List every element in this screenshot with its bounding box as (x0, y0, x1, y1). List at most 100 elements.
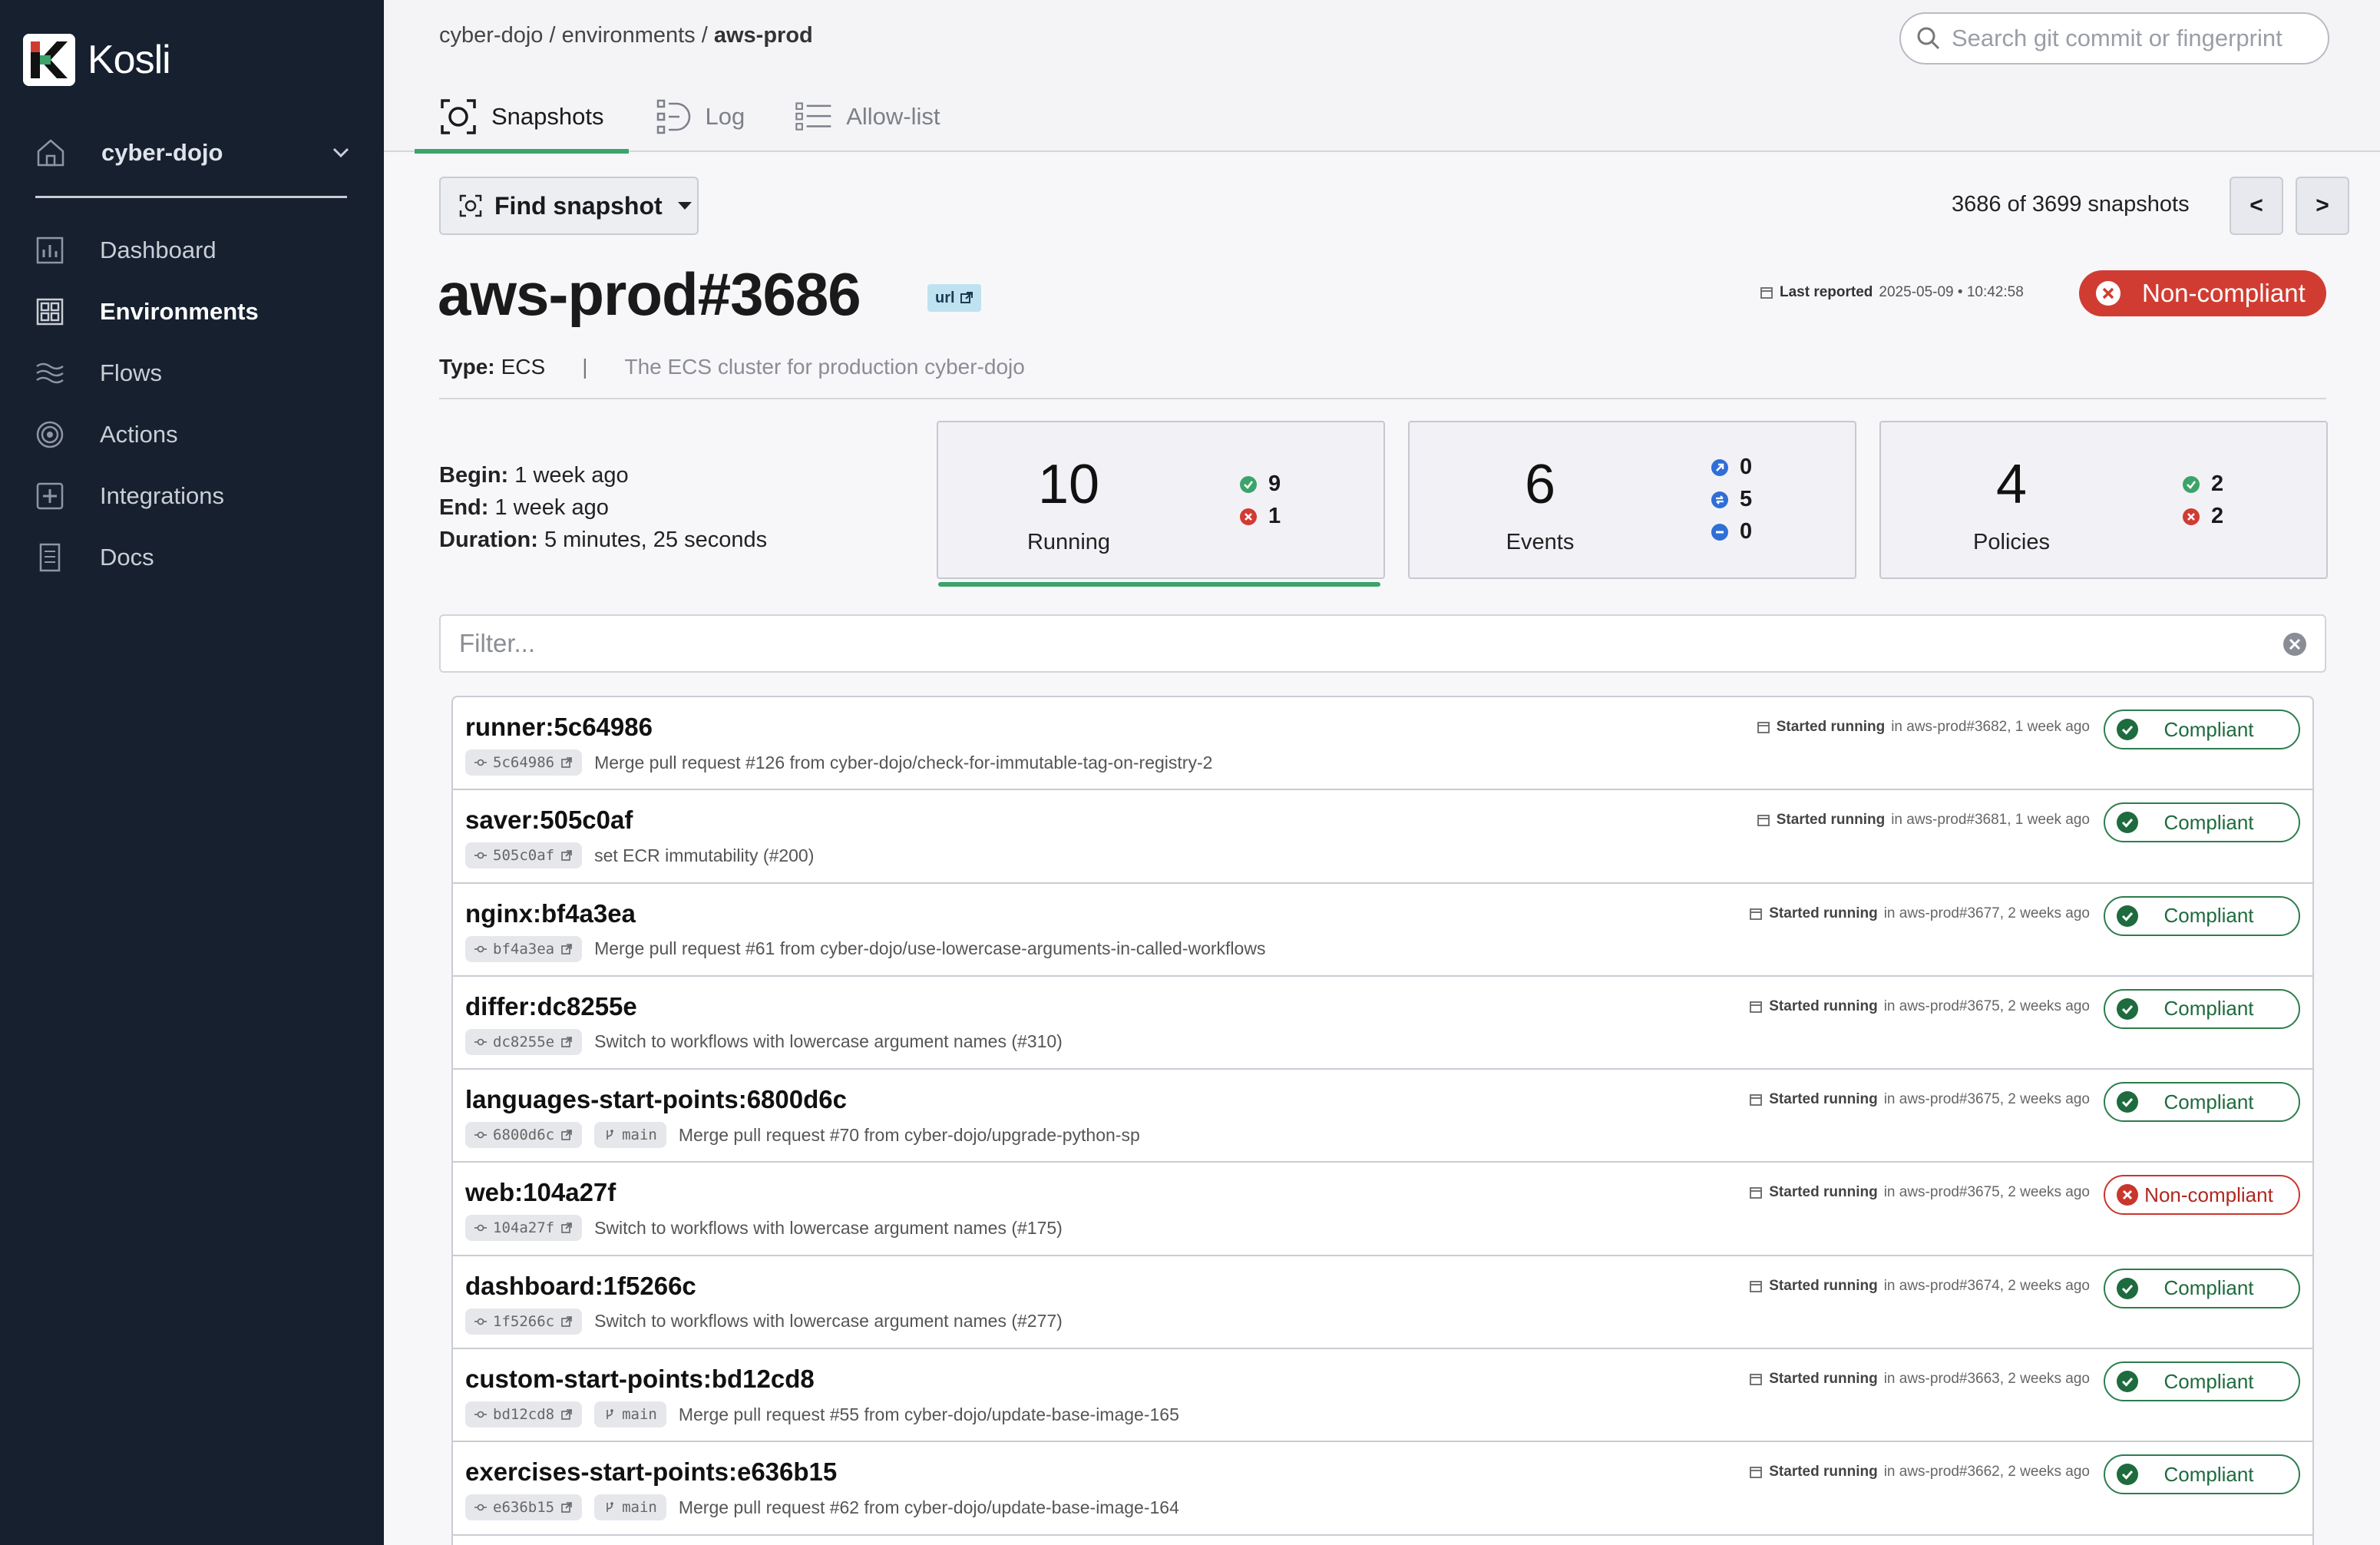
started-detail: in aws-prod#3674, 2 weeks ago (1883, 1277, 2090, 1294)
branch-chip[interactable]: main (594, 1494, 666, 1521)
external-link-icon (561, 1315, 572, 1327)
type-value: ECS (501, 355, 546, 379)
sidebar-divider (35, 196, 347, 198)
compliance-badge[interactable]: Compliant (2104, 1454, 2300, 1495)
artifact-name[interactable]: nginx:bf4a3ea (465, 899, 636, 928)
commit-sha: 5c64986 (493, 754, 555, 771)
commit-chip[interactable]: 104a27f (465, 1215, 583, 1242)
sidebar-item-label: Flows (100, 359, 162, 386)
commit-sha: bd12cd8 (493, 1406, 555, 1424)
artifact-name[interactable]: differ:dc8255e (465, 992, 637, 1021)
org-switcher[interactable]: cyber-dojo (34, 132, 353, 174)
commit-sha: bf4a3ea (493, 940, 555, 958)
events-changed: 5 (1711, 487, 1752, 512)
tab-log[interactable]: Log (629, 81, 770, 152)
compliance-badge[interactable]: Compliant (2104, 710, 2300, 749)
started-label: Started running (1769, 905, 1878, 921)
find-snapshot-button[interactable]: Find snapshot (439, 177, 699, 235)
events-changed-count: 5 (1740, 487, 1753, 511)
policies-label: Policies (1973, 530, 2050, 554)
branch-chip[interactable]: main (594, 1401, 666, 1428)
sidebar-item-integrations[interactable]: Integrations (34, 465, 364, 527)
last-reported-value: 2025-05-09 • 10:42:58 (1879, 284, 2024, 300)
compliance-badge[interactable]: Non-compliant (2104, 1175, 2300, 1216)
commit-chip[interactable]: bd12cd8 (465, 1401, 583, 1428)
commit-message: Merge pull request #126 from cyber-dojo/… (594, 752, 1213, 772)
filter-input[interactable] (459, 629, 2225, 658)
duration-label: Duration: (439, 528, 538, 552)
events-started: 0 (1711, 455, 1752, 480)
next-snapshot-button[interactable]: > (2296, 177, 2349, 235)
policies-compliant: 2 (2182, 471, 2223, 497)
running-count: 10 (1037, 454, 1100, 515)
table-row[interactable]: saver:505c0af 505c0af set ECR immutability… (453, 790, 2312, 884)
commit-chip[interactable]: 5c64986 (465, 749, 583, 776)
check-circle-icon (2117, 1371, 2138, 1393)
breadcrumb-environments[interactable]: environments (562, 23, 696, 48)
tab-allow-list[interactable]: Allow-list (769, 81, 964, 152)
compliance-badge[interactable]: Compliant (2104, 1268, 2300, 1308)
branch-name: main (622, 1126, 657, 1144)
table-row[interactable]: dashboard:1f5266c 1f5266c Switch to workfl… (453, 1256, 2312, 1350)
artifact-name[interactable]: languages-start-points:6800d6c (465, 1085, 847, 1114)
artifact-meta: 505c0af set ECR immutability (#200) (465, 842, 814, 869)
tab-snapshots[interactable]: Snapshots (415, 81, 629, 154)
sidebar-item-label: Integrations (100, 482, 224, 509)
table-row[interactable]: runner:5c64986 5c64986 Merge pull request … (453, 697, 2312, 791)
artifact-name[interactable]: runner:5c64986 (465, 713, 653, 742)
compliance-badge[interactable]: Compliant (2104, 802, 2300, 843)
branch-icon (607, 1409, 613, 1420)
commit-chip[interactable]: 505c0af (465, 842, 583, 869)
clear-icon[interactable] (2282, 631, 2308, 657)
x-circle-icon (2117, 1184, 2138, 1206)
started-detail: in aws-prod#3681, 1 week ago (1891, 812, 2090, 829)
compliance-badge[interactable]: Compliant (2104, 1082, 2300, 1123)
artifact-meta: 1f5266c Switch to workflows with lowercas… (465, 1308, 1063, 1335)
artifact-meta: bf4a3ea Merge pull request #61 from cyber… (465, 935, 1266, 962)
artifact-meta: 5c64986 Merge pull request #126 from cybe… (465, 749, 1212, 776)
grid-icon (36, 298, 64, 326)
events-card[interactable]: 6 Events 0 5 0 (1408, 421, 1856, 579)
artifact-name[interactable]: dashboard:1f5266c (465, 1272, 696, 1301)
commit-chip[interactable]: 6800d6c (465, 1122, 583, 1149)
table-row[interactable]: exercises-start-points:e636b15 e636b15 mai… (453, 1442, 2312, 1536)
breadcrumb-org[interactable]: cyber-dojo (439, 23, 543, 48)
prev-snapshot-button[interactable]: < (2230, 177, 2283, 235)
running-card[interactable]: 10 Running 9 1 (937, 421, 1385, 579)
artifact-name[interactable]: custom-start-points:bd12cd8 (465, 1365, 815, 1394)
compliance-badge[interactable]: Compliant (2104, 895, 2300, 936)
sidebar-item-dashboard[interactable]: Dashboard (34, 220, 364, 281)
table-row[interactable]: languages-start-points:6800d6c 6800d6c mai… (453, 1070, 2312, 1163)
commit-chip[interactable]: 1f5266c (465, 1308, 583, 1335)
commit-message: Merge pull request #61 from cyber-dojo/u… (594, 938, 1266, 959)
tab-label: Log (705, 103, 745, 130)
branch-chip[interactable]: main (594, 1122, 666, 1149)
brand-logo[interactable]: Kosli (23, 34, 171, 86)
compliance-badge[interactable]: Compliant (2104, 1361, 2300, 1402)
url-link[interactable]: url (927, 284, 981, 312)
artifact-name[interactable]: exercises-start-points:e636b15 (465, 1457, 837, 1487)
sidebar-item-flows[interactable]: Flows (34, 342, 364, 404)
started-label: Started running (1769, 1184, 1878, 1201)
sidebar-item-docs[interactable]: Docs (34, 527, 364, 588)
sidebar-item-actions[interactable]: Actions (34, 404, 364, 465)
table-row[interactable]: web:104a27f 104a27f Switch to workflows wi… (453, 1163, 2312, 1256)
compliance-badge[interactable]: Compliant (2104, 988, 2300, 1029)
policies-card[interactable]: 4 Policies 2 2 (1879, 421, 2328, 579)
breadcrumb-current: aws-prod (713, 23, 813, 48)
table-row[interactable]: custom-start-points:bd12cd8 bd12cd8 main Me… (453, 1349, 2312, 1443)
breadcrumb-separator: / (695, 23, 714, 48)
camera-focus-icon (459, 194, 482, 217)
commit-chip[interactable]: dc8255e (465, 1028, 583, 1055)
search-box[interactable] (1899, 12, 2329, 65)
table-row[interactable]: differ:dc8255e dc8255e Switch to workflows… (453, 977, 2312, 1070)
table-row[interactable]: nginx:bf4a3ea bf4a3ea Merge pull request #… (453, 884, 2312, 977)
artifact-name[interactable]: saver:505c0af (465, 806, 633, 835)
commit-chip[interactable]: e636b15 (465, 1494, 583, 1521)
artifact-name[interactable]: web:104a27f (465, 1178, 616, 1207)
events-exited: 0 (1711, 519, 1752, 544)
commit-chip[interactable]: bf4a3ea (465, 935, 583, 962)
commit-sha: 505c0af (493, 847, 555, 865)
search-input[interactable] (1952, 25, 2320, 52)
sidebar-item-environments[interactable]: Environments (34, 281, 364, 342)
